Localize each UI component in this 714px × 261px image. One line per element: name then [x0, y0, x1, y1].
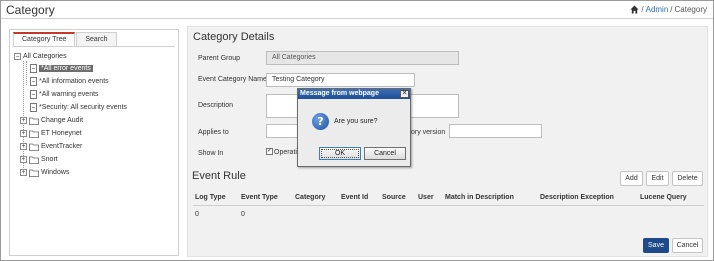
folder-icon [29, 143, 39, 151]
tree-item[interactable]: *Security: All security events [30, 102, 127, 113]
tree-item-root[interactable]: − All Categories [14, 51, 67, 62]
expand-toggle-icon[interactable]: + [20, 169, 27, 176]
breadcrumb-separator: / [670, 5, 673, 14]
applies-to-label: Applies to [198, 129, 229, 136]
event-category-name-label: Event Category Name [198, 76, 267, 83]
event-rule-grid-header: Log Type Event Type Category Event Id So… [193, 194, 704, 206]
save-button[interactable]: Save [643, 238, 669, 253]
column-header[interactable]: Category [295, 194, 325, 201]
tree-item[interactable]: + Change Audit [20, 115, 83, 126]
table-cell: 0 [241, 211, 245, 218]
show-in-checkbox[interactable]: ✓ [266, 148, 273, 155]
tab-category-tree[interactable]: Category Tree [13, 32, 76, 46]
tree-item[interactable]: + Snort [20, 154, 58, 165]
tree-item-label: Windows [41, 169, 70, 176]
dialog-message: Are you sure? [334, 118, 378, 125]
breadcrumb-admin-link[interactable]: Admin [646, 5, 669, 14]
show-in-label: Show In [198, 150, 224, 157]
tree-item[interactable]: *All warning events [30, 89, 99, 100]
folder-icon [29, 156, 39, 164]
tabs-divider [13, 46, 175, 47]
column-header[interactable]: Lucene Query [640, 194, 687, 201]
column-header[interactable]: Source [382, 194, 406, 201]
tree-item-label: EventTracker [41, 143, 83, 150]
description-label: Description [198, 102, 234, 109]
add-rule-button[interactable]: Add [620, 171, 643, 186]
category-version-field[interactable] [449, 124, 542, 138]
tree-item[interactable]: + Windows [20, 167, 69, 178]
column-header[interactable]: Match in Description [445, 194, 514, 201]
table-cell: 0 [195, 211, 199, 218]
expand-toggle-icon[interactable]: + [20, 156, 27, 163]
tree-item[interactable]: + ET Honeynet [20, 128, 82, 139]
tree-item-label: *All warning events [39, 91, 99, 98]
collapse-toggle-icon[interactable]: − [14, 53, 21, 60]
column-header[interactable]: User [418, 194, 434, 201]
close-icon[interactable]: ✕ [400, 90, 409, 98]
tree-item-label: Change Audit [41, 117, 84, 124]
breadcrumb: / Admin / Category [630, 5, 707, 14]
dialog-title: Message from webpage [298, 89, 410, 99]
delete-rule-button[interactable]: Delete [672, 171, 703, 186]
edit-rule-button[interactable]: Edit [646, 171, 669, 186]
category-tree-panel: Category Tree Search − All Categories *A… [9, 29, 179, 256]
tree-item[interactable]: + EventTracker [20, 141, 82, 152]
show-in-option-label: Operati [274, 149, 297, 156]
left-tabs: Category Tree Search [13, 32, 118, 46]
category-details-title: Category Details [193, 31, 275, 43]
top-bar: Category / Admin / Category [1, 1, 713, 19]
tree-item-label: *Security: All security events [39, 104, 127, 111]
document-icon [30, 64, 37, 73]
home-icon[interactable] [630, 5, 639, 14]
breadcrumb-current: Category [674, 5, 707, 14]
tree-item-label: ET Honeynet [41, 130, 82, 137]
parent-group-field: All Categories [266, 51, 459, 65]
page-title: Category [6, 3, 55, 17]
tree-item-label: All Categories [23, 53, 67, 60]
folder-icon [29, 169, 39, 177]
dialog-ok-button[interactable]: OK [319, 147, 361, 160]
document-icon [30, 77, 37, 86]
document-icon [30, 103, 37, 112]
folder-icon [29, 130, 39, 138]
category-version-label: ory version [411, 129, 446, 136]
column-header[interactable]: Log Type [195, 194, 226, 201]
event-category-name-field[interactable]: Testing Category [266, 73, 415, 87]
breadcrumb-separator: / [641, 5, 644, 14]
expand-toggle-icon[interactable]: + [20, 130, 27, 137]
column-header[interactable]: Event Id [341, 194, 368, 201]
tab-search[interactable]: Search [76, 32, 117, 46]
tree-item[interactable]: *All error events [30, 63, 93, 74]
document-icon [30, 90, 37, 99]
cancel-button[interactable]: Cancel [672, 238, 703, 253]
tree-item-label: *All information events [39, 78, 109, 85]
tree-item[interactable]: *All information events [30, 76, 109, 87]
tree-item-label-selected: *All error events [39, 65, 93, 72]
confirm-dialog: Message from webpage ✕ ? Are you sure? O… [297, 88, 411, 167]
tree-line [26, 61, 27, 85]
parent-group-label: Parent Group [198, 55, 241, 62]
tree-item-label: Snort [41, 156, 58, 163]
question-icon: ? [312, 113, 329, 130]
column-header[interactable]: Event Type [241, 194, 278, 201]
column-header[interactable]: Description Exception [540, 194, 614, 201]
event-rule-title: Event Rule [192, 170, 246, 182]
expand-toggle-icon[interactable]: + [20, 117, 27, 124]
folder-icon [29, 117, 39, 125]
expand-toggle-icon[interactable]: + [20, 143, 27, 150]
dialog-cancel-button[interactable]: Cancel [364, 147, 406, 160]
